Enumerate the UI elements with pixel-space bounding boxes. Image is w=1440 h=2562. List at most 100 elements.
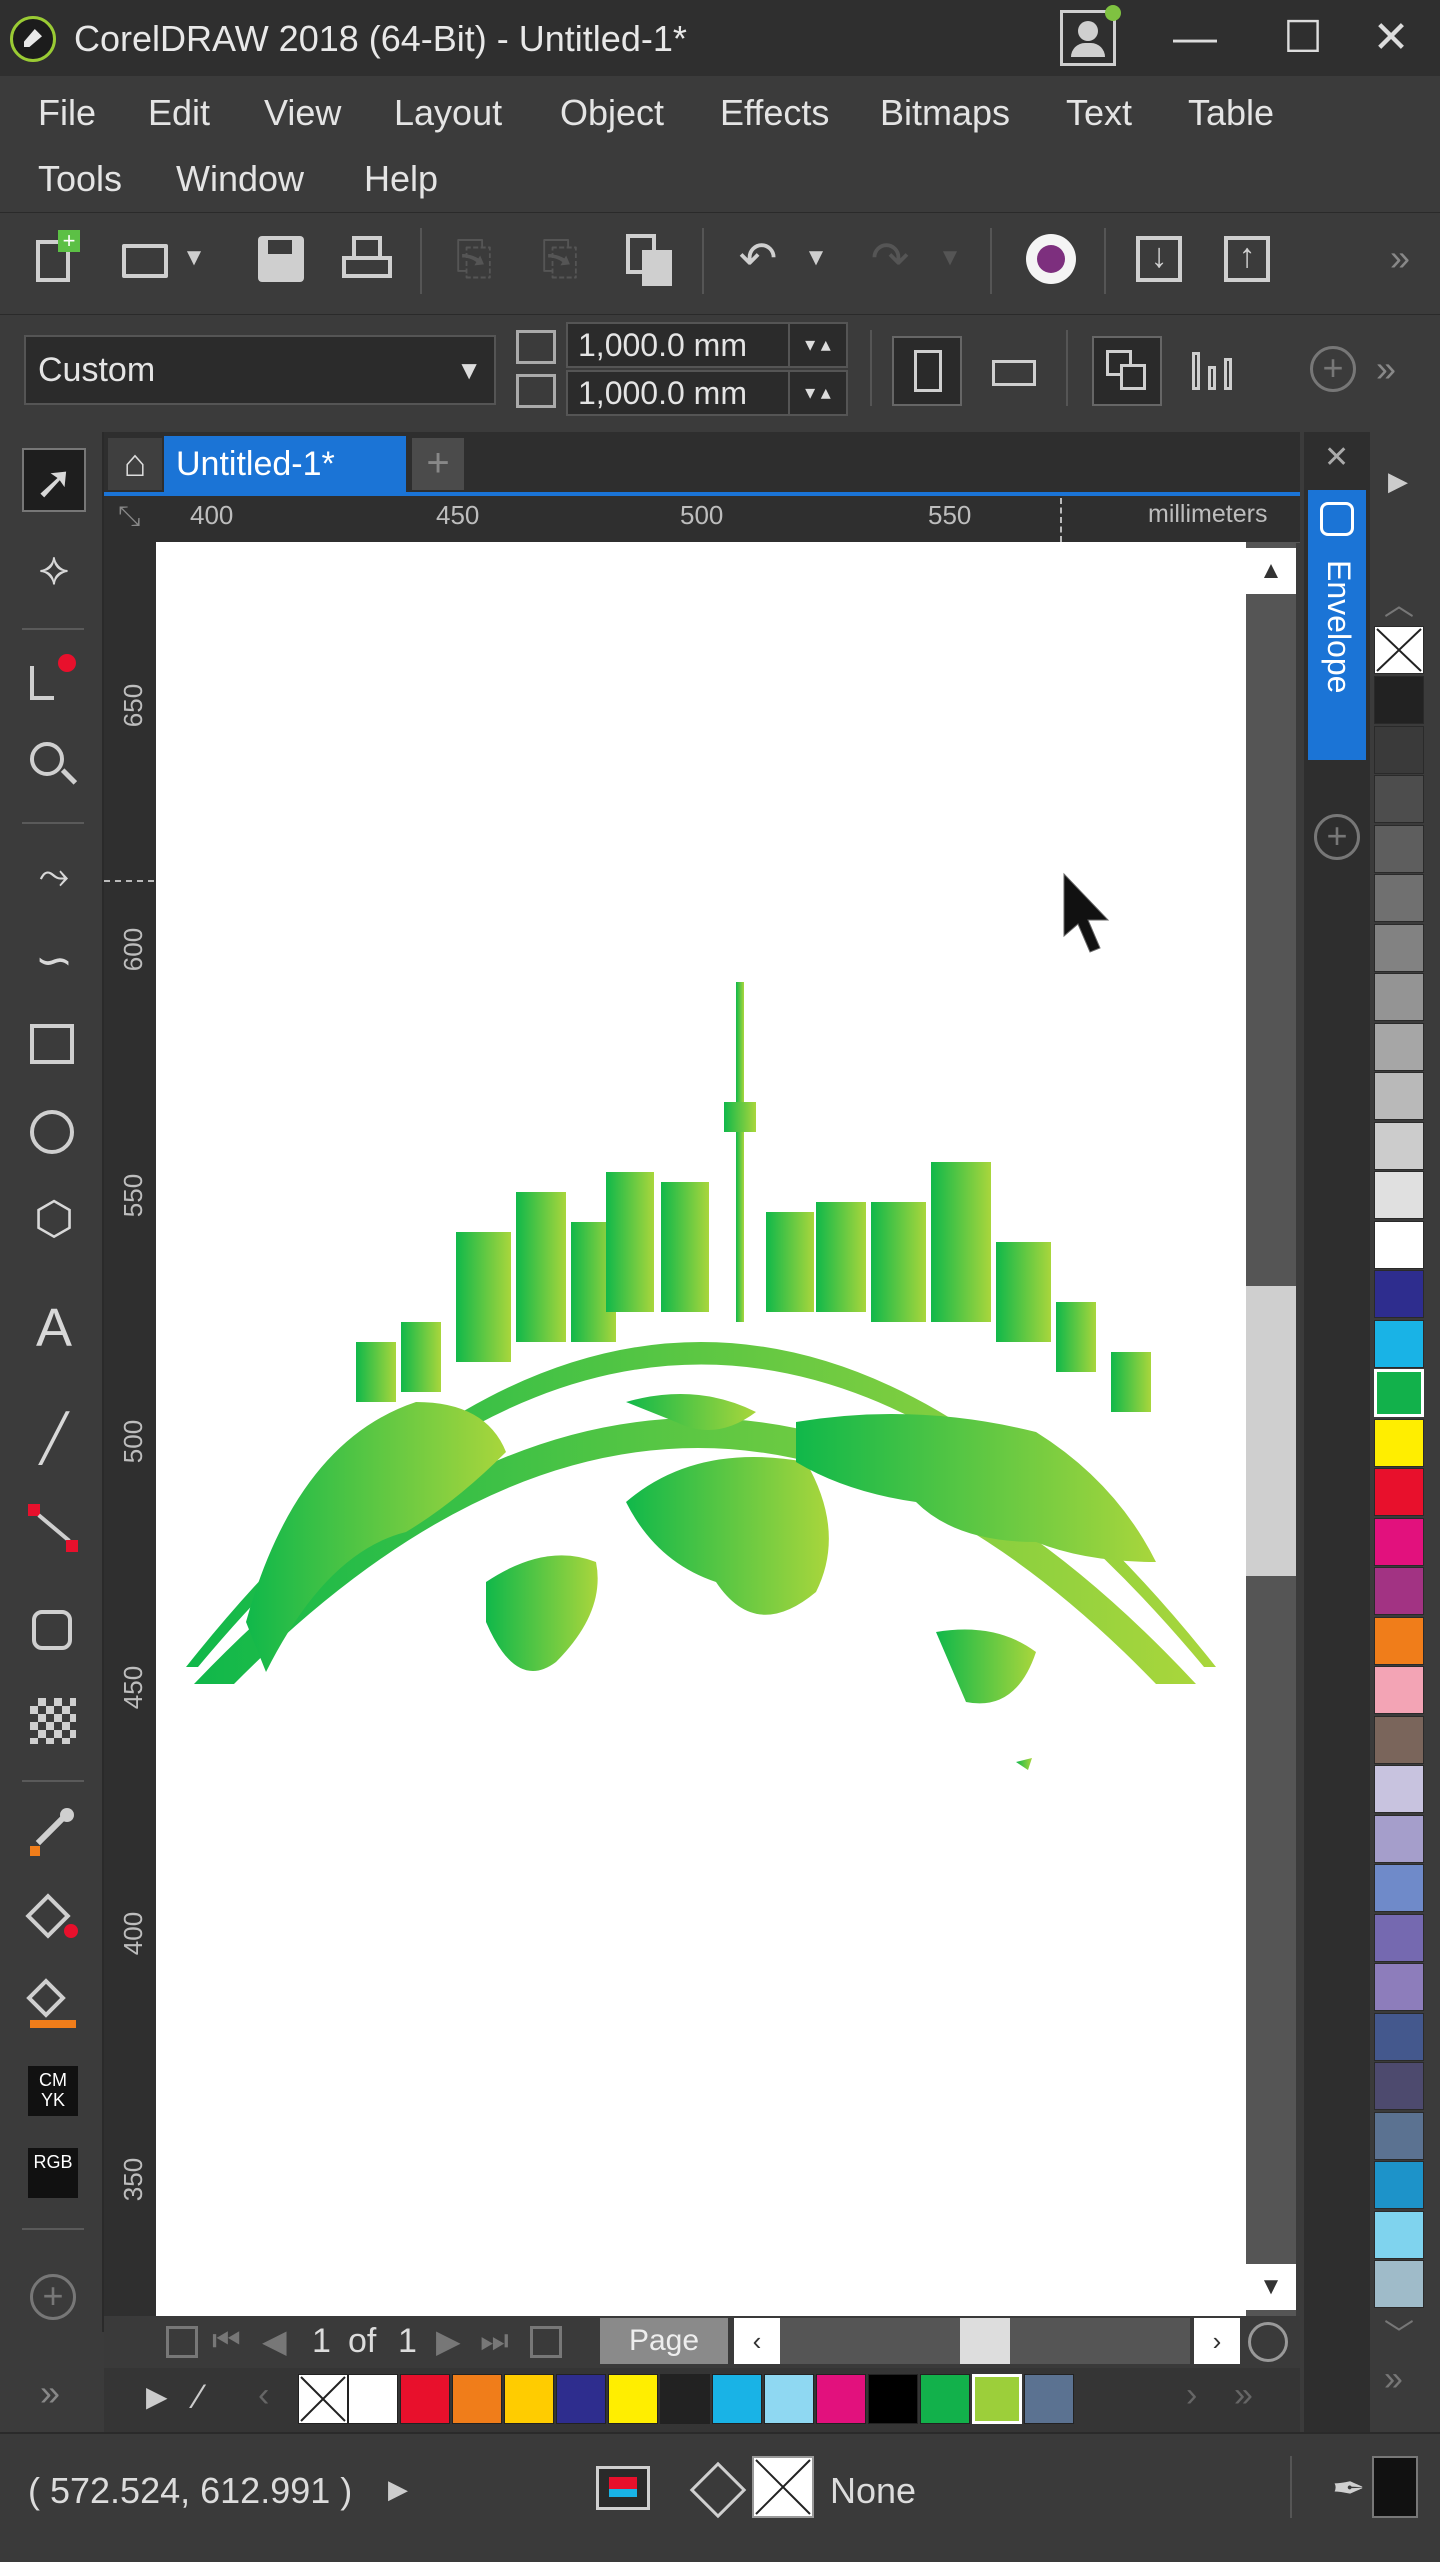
next-page-icon[interactable]: ▶ [436, 2322, 461, 2360]
color-swatch[interactable] [504, 2374, 554, 2424]
add-tool-icon[interactable]: + [1310, 346, 1356, 392]
color-swatch[interactable] [1374, 1220, 1424, 1269]
palette-overflow-icon[interactable]: » [1234, 2376, 1253, 2415]
color-swatch[interactable] [1374, 874, 1424, 922]
add-docker-icon[interactable]: + [1314, 814, 1360, 860]
color-swatch[interactable] [1374, 1567, 1424, 1615]
page-height-field[interactable]: 1,000.0 mm [566, 370, 796, 416]
menu-layout[interactable]: Layout [394, 92, 502, 134]
color-swatch[interactable] [1374, 2210, 1424, 2259]
outline-color-swatch[interactable] [1372, 2456, 1418, 2518]
save-icon[interactable] [250, 228, 310, 288]
color-swatch[interactable] [972, 2374, 1022, 2424]
color-swatch[interactable] [1374, 1418, 1424, 1467]
status-expand-icon[interactable]: ▶ [388, 2474, 408, 2505]
color-swatch[interactable] [1374, 1517, 1424, 1566]
menu-help[interactable]: Help [364, 158, 438, 200]
artistic-media-tool-icon[interactable]: ∽ [22, 928, 86, 992]
color-swatch[interactable] [452, 2374, 502, 2424]
paste-icon[interactable] [618, 228, 678, 288]
parallel-dimension-tool-icon[interactable]: ╱ [22, 1406, 86, 1470]
color-swatch[interactable] [400, 2374, 450, 2424]
menu-text[interactable]: Text [1066, 92, 1132, 134]
menu-bitmaps[interactable]: Bitmaps [880, 92, 1010, 134]
palette-scroll-up-icon[interactable]: ︿ [1384, 580, 1414, 624]
docker-close-icon[interactable]: ✕ [1324, 440, 1349, 475]
coreldraw-connect-icon[interactable] [1020, 228, 1080, 288]
page-width-field[interactable]: 1,000.0 mm [566, 322, 796, 368]
color-swatch[interactable] [1374, 1022, 1424, 1071]
color-swatch[interactable] [1374, 1963, 1424, 2011]
shape-tool-icon[interactable]: ⟡ [22, 536, 86, 600]
add-tool-icon[interactable]: + [22, 2266, 86, 2330]
color-proofing-icon[interactable] [596, 2466, 650, 2510]
color-swatch[interactable] [556, 2374, 606, 2424]
home-tab-icon[interactable]: ⌂ [108, 438, 162, 490]
no-color-swatch[interactable] [298, 2374, 348, 2424]
palette-menu-icon[interactable]: ▶ [146, 2380, 168, 2413]
outline-pen-icon[interactable]: ✒ [1332, 2466, 1366, 2512]
menu-object[interactable]: Object [560, 92, 664, 134]
color-swatch[interactable] [1374, 1468, 1424, 1516]
menu-window[interactable]: Window [176, 158, 304, 200]
horizontal-scrollbar[interactable] [780, 2318, 1190, 2364]
new-document-icon[interactable]: + [28, 228, 88, 288]
add-page-before-icon[interactable] [166, 2326, 198, 2358]
color-swatch[interactable] [1374, 1121, 1424, 1170]
smart-fill-tool-icon[interactable] [22, 1974, 86, 2038]
color-swatch[interactable] [712, 2374, 762, 2424]
color-swatch[interactable] [868, 2374, 918, 2424]
color-swatch[interactable] [1374, 1814, 1424, 1863]
color-swatch[interactable] [1374, 2260, 1424, 2308]
pick-tool-icon[interactable]: ➚ [22, 448, 86, 512]
import-icon[interactable]: ↓ [1128, 228, 1188, 288]
palette-scroll-left-icon[interactable]: ‹ [258, 2376, 269, 2415]
color-swatch[interactable] [1374, 2161, 1424, 2209]
freehand-tool-icon[interactable]: ⤳ [22, 844, 86, 908]
close-button[interactable]: ✕ [1356, 8, 1426, 68]
toolbar-overflow-icon[interactable]: » [1370, 228, 1430, 288]
print-icon[interactable] [336, 228, 396, 288]
coreldraw-logo-icon[interactable] [10, 16, 56, 62]
scrollbar-thumb[interactable] [1246, 1286, 1296, 1576]
ellipse-tool-icon[interactable] [22, 1100, 86, 1164]
color-swatch[interactable] [1374, 2062, 1424, 2110]
menu-tools[interactable]: Tools [38, 158, 122, 200]
color-swatch[interactable] [608, 2374, 658, 2424]
color-swatch[interactable] [1374, 1765, 1424, 1813]
add-page-after-icon[interactable] [530, 2326, 562, 2358]
scroll-up-button[interactable]: ▲ [1246, 548, 1296, 594]
current-page-button[interactable] [1178, 336, 1248, 406]
color-swatch[interactable] [1024, 2374, 1074, 2424]
minimize-button[interactable]: — [1160, 8, 1230, 68]
portrait-button[interactable] [892, 336, 962, 406]
color-swatch[interactable] [1374, 1270, 1424, 1318]
interactive-fill-tool-icon[interactable] [22, 1888, 86, 1952]
menu-effects[interactable]: Effects [720, 92, 829, 134]
color-swatch[interactable] [1374, 1666, 1424, 1714]
color-swatch[interactable] [1374, 1913, 1424, 1962]
palette-scroll-right-icon[interactable]: › [1186, 2376, 1197, 2415]
color-swatch[interactable] [660, 2374, 710, 2424]
zoom-tool-icon[interactable] [22, 734, 86, 798]
open-dropdown-icon[interactable]: ▼ [176, 228, 212, 288]
green-city-globe-artwork[interactable] [156, 542, 1246, 2320]
undo-dropdown-icon[interactable]: ▼ [798, 228, 834, 288]
color-swatch[interactable] [1374, 1171, 1424, 1219]
color-swatch[interactable] [1374, 973, 1424, 1021]
connector-tool-icon[interactable] [22, 1496, 86, 1560]
previous-page-icon[interactable]: ◀ [262, 2322, 287, 2360]
document-tab[interactable]: Untitled-1* [164, 436, 406, 492]
polygon-tool-icon[interactable]: ⬡ [22, 1186, 86, 1250]
menu-edit[interactable]: Edit [148, 92, 210, 134]
crop-tool-icon[interactable] [22, 644, 86, 708]
color-swatch[interactable] [764, 2374, 814, 2424]
color-swatch[interactable] [1374, 1864, 1424, 1912]
text-tool-icon[interactable]: A [22, 1296, 86, 1360]
color-swatch[interactable] [1374, 1072, 1424, 1120]
no-color-swatch[interactable] [1374, 626, 1424, 674]
color-swatch[interactable] [1374, 676, 1424, 724]
scroll-left-button[interactable]: ‹ [734, 2318, 780, 2364]
page-preset-select[interactable]: Custom ▼ [24, 335, 496, 405]
maximize-button[interactable]: ☐ [1268, 8, 1338, 68]
